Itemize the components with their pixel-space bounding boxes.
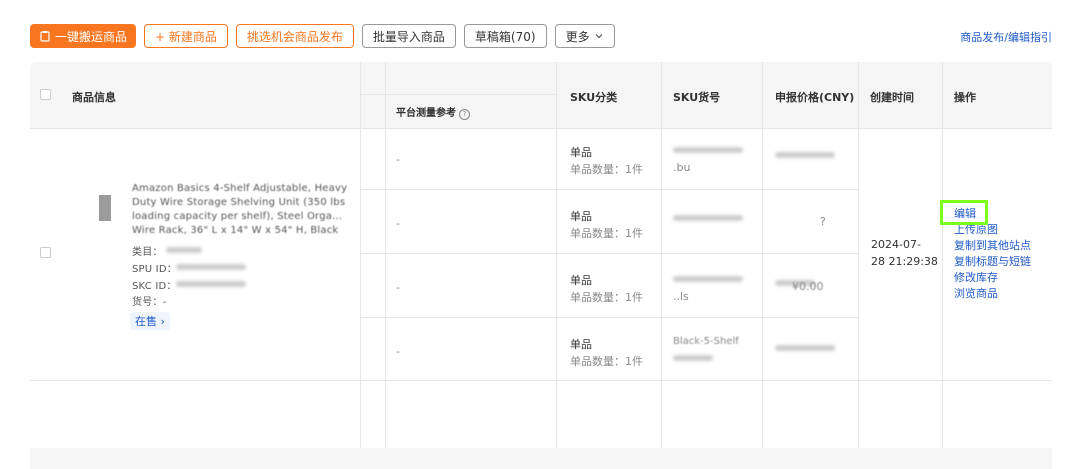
new-product-button[interactable]: + 新建商品 xyxy=(144,24,228,48)
sku-code-redacted xyxy=(673,355,713,361)
clipboard-icon xyxy=(40,31,50,42)
header-actions: 操作 xyxy=(954,91,976,104)
row-divider xyxy=(360,189,858,190)
header-product-info: 商品信息 xyxy=(72,91,116,104)
sku-code-fragment: Black-5-Shelf xyxy=(673,336,739,347)
row-divider xyxy=(360,317,858,318)
category-label: 类目： xyxy=(132,247,163,258)
view-product-action[interactable]: 浏览商品 xyxy=(954,287,1031,301)
sku-code-redacted xyxy=(673,147,743,153)
skc-redacted xyxy=(176,281,246,287)
sku-category-value: 单品 xyxy=(570,146,592,159)
skc-label: SKC ID： xyxy=(132,281,177,292)
created-time: 28 21:29:38 xyxy=(871,255,938,268)
header-sku-code: SKU货号 xyxy=(673,91,721,104)
sku-qty-value: 单品数量：1件 xyxy=(570,355,643,368)
guide-link[interactable]: 商品发布/编辑指引 xyxy=(960,29,1052,45)
product-title-line[interactable]: Wire Rack, 36" L x 14" W x 54" H, Black xyxy=(132,225,338,236)
bulk-import-button[interactable]: 批量导入商品 xyxy=(361,24,456,48)
header-platform-measure: 平台测量参考? xyxy=(396,104,470,120)
header-sku-category: SKU分类 xyxy=(570,91,618,104)
measure-value: - xyxy=(396,153,400,166)
sub-header-divider xyxy=(360,94,556,95)
more-dropdown[interactable]: 更多 xyxy=(554,24,615,48)
product-title-line[interactable]: loading capacity per shelf), Steel Orga.… xyxy=(132,211,342,222)
pick-opportunity-button[interactable]: 挑选机会商品发布 xyxy=(235,24,354,48)
one-click-move-button[interactable]: 一键搬运商品 xyxy=(30,24,137,48)
row-divider xyxy=(30,380,1052,381)
created-date: 2024-07- xyxy=(871,238,921,251)
sku-code-fragment: .bu xyxy=(673,161,691,174)
col-divider xyxy=(360,62,361,448)
chevron-down-icon xyxy=(595,34,603,39)
header-created-time: 创建时间 xyxy=(870,91,914,104)
price-fragment: ? xyxy=(820,215,826,228)
sku-category-value: 单品 xyxy=(570,210,592,223)
row-checkbox[interactable] xyxy=(40,247,51,258)
next-row-strip xyxy=(30,448,1052,469)
row-divider xyxy=(360,253,858,254)
one-click-move-label: 一键搬运商品 xyxy=(55,29,128,44)
help-icon[interactable]: ? xyxy=(459,109,470,120)
col-divider xyxy=(661,62,662,448)
price-redacted xyxy=(775,345,835,351)
product-thumbnail[interactable] xyxy=(99,195,111,221)
price-redacted xyxy=(775,152,835,158)
price-fragment: ¥0.00 xyxy=(792,280,824,293)
measure-value: - xyxy=(396,217,400,230)
product-category: 类目： xyxy=(132,243,163,258)
product-title-line[interactable]: Duty Wire Storage Shelving Unit (350 lbs xyxy=(132,197,345,208)
sku-category-value: 单品 xyxy=(570,338,592,351)
edit-stock-action[interactable]: 修改库存 xyxy=(954,271,1031,285)
product-title-line[interactable]: Amazon Basics 4-Shelf Adjustable, Heavy xyxy=(132,183,347,194)
upload-original-action[interactable]: 上传原图 xyxy=(954,223,1031,237)
edit-highlight-box xyxy=(940,200,988,225)
sku-code-redacted xyxy=(673,215,743,221)
sku-code-fragment: ..ls xyxy=(673,290,689,303)
spu-label: SPU ID： xyxy=(132,264,177,275)
col-divider xyxy=(556,62,557,448)
drafts-button[interactable]: 草稿箱(70) xyxy=(463,24,547,48)
table-body xyxy=(30,128,1052,448)
measure-value: - xyxy=(396,281,400,294)
col-divider xyxy=(942,62,943,448)
header-platform-measure-label: 平台测量参考 xyxy=(396,108,456,119)
select-all-checkbox[interactable] xyxy=(40,89,51,100)
sku-code-redacted xyxy=(673,276,743,282)
sku-qty-value: 单品数量：1件 xyxy=(570,291,643,304)
spu-redacted xyxy=(176,264,246,270)
copy-title-link-action[interactable]: 复制标题与短链 xyxy=(954,255,1031,269)
col-divider xyxy=(385,62,386,448)
header-bottom-line xyxy=(30,128,1052,129)
col-divider xyxy=(858,62,859,448)
sku-qty-value: 单品数量：1件 xyxy=(570,227,643,240)
toolbar: 一键搬运商品 + 新建商品 挑选机会商品发布 批量导入商品 草稿箱(70) 更多 xyxy=(30,24,615,48)
item-code: 货号：- xyxy=(132,297,167,308)
col-divider xyxy=(762,62,763,448)
more-label: 更多 xyxy=(565,29,590,44)
copy-to-sites-action[interactable]: 复制到其他站点 xyxy=(954,239,1031,253)
measure-value: - xyxy=(396,345,400,358)
sku-qty-value: 单品数量：1件 xyxy=(570,163,643,176)
header-declared-price: 申报价格(CNY) xyxy=(775,91,855,104)
status-badge[interactable]: 在售 › xyxy=(130,312,170,330)
category-redacted xyxy=(166,247,202,253)
sku-category-value: 单品 xyxy=(570,274,592,287)
